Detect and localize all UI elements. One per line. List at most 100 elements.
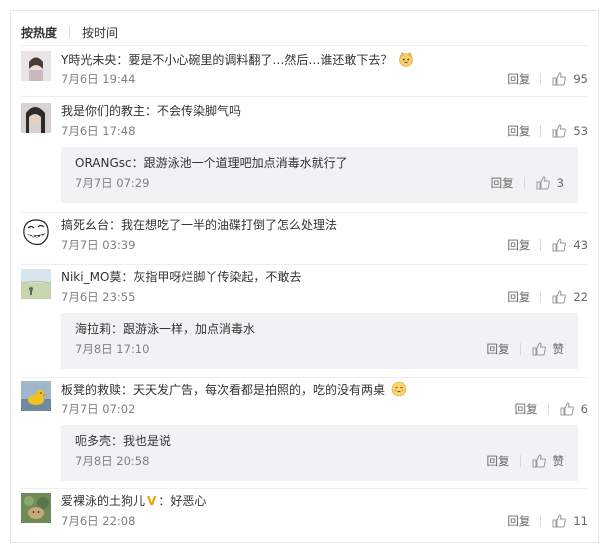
- reply-button[interactable]: 回复: [507, 289, 530, 305]
- cat-face-emoji-icon: [399, 51, 414, 67]
- reply-button[interactable]: 回复: [507, 71, 530, 87]
- reply-button[interactable]: 回复: [507, 237, 530, 253]
- comment-text: 灰指甲呀烂脚丫传染起，不敢去: [133, 270, 302, 284]
- reply-button[interactable]: 回复: [515, 401, 538, 417]
- user-avatar[interactable]: [21, 103, 51, 133]
- comment-actions: 回复 95: [507, 71, 588, 87]
- reply-time: 7月8日 20:58: [75, 454, 150, 468]
- tab-by-time[interactable]: 按时间: [82, 24, 118, 41]
- action-separator: [519, 455, 521, 467]
- sort-tabs: 按热度 按时间: [21, 23, 118, 41]
- reply-item: 呃多壳：我也是说 7月8日 20:58 回复 赞: [61, 425, 578, 481]
- tab-separator: [69, 26, 71, 38]
- avatar-girl-photo-icon: [21, 51, 51, 81]
- thumbs-up-icon: [552, 124, 567, 138]
- comment-colon: ：: [121, 270, 134, 284]
- reply-button[interactable]: 回复: [507, 123, 530, 139]
- like-count: 22: [573, 290, 588, 304]
- reply-username[interactable]: 呃多壳: [75, 434, 111, 448]
- action-separator: [519, 343, 521, 355]
- reply-username[interactable]: ORANGsc: [75, 156, 132, 170]
- reply-button[interactable]: 回复: [507, 513, 530, 529]
- comment-time: 7月6日 23:55: [61, 290, 136, 304]
- thumbs-up-icon: [552, 514, 567, 528]
- user-avatar[interactable]: [21, 381, 51, 411]
- like-button[interactable]: 53: [551, 123, 588, 139]
- comment-item: Niki_MO莫：灰指甲呀烂脚丫传染起，不敢去 7月6日 23:55 回复 22: [21, 269, 588, 305]
- like-button[interactable]: 赞: [531, 341, 565, 357]
- comment-actions: 回复 11: [507, 513, 588, 529]
- comment-time: 7月6日 22:08: [61, 514, 136, 528]
- comment-panel: 按热度 按时间 Y時光未央：要是不小心碗里的调料翻了…然后…谁还敢下去？ 7月6…: [10, 10, 599, 543]
- reply-button[interactable]: 回复: [487, 341, 510, 357]
- reply-item: 海拉莉：跟游泳一样，加点消毒水 7月8日 17:10 回复 赞: [61, 313, 578, 369]
- divider: [21, 264, 588, 265]
- user-avatar[interactable]: [21, 269, 51, 299]
- reply-actions: 回复 赞: [487, 453, 565, 469]
- comment-actions: 回复 6: [515, 401, 588, 417]
- comment-text: 我在想吃了一半的油碟打倒了怎么处理法: [121, 218, 338, 232]
- comment-username[interactable]: Y時光未央: [61, 53, 116, 67]
- comment-username[interactable]: 板凳的救赎: [61, 383, 121, 397]
- comment-username[interactable]: Niki_MO莫: [61, 270, 121, 284]
- verified-badge-icon: V: [147, 494, 157, 508]
- avatar-dark-photo-icon: [21, 103, 51, 133]
- user-avatar[interactable]: [21, 493, 51, 523]
- thumbs-up-icon: [532, 342, 546, 356]
- like-count: 3: [556, 176, 564, 190]
- comment-text: 不会传染脚气吗: [157, 104, 242, 118]
- like-count: 53: [573, 124, 588, 138]
- reply-button[interactable]: 回复: [491, 175, 514, 191]
- action-separator: [540, 515, 542, 527]
- like-button[interactable]: 22: [551, 289, 588, 305]
- divider: [21, 488, 588, 489]
- comment-item: Y時光未央：要是不小心碗里的调料翻了…然后…谁还敢下去？ 7月6日 19:44 …: [21, 51, 588, 87]
- action-separator: [547, 403, 549, 415]
- like-button[interactable]: 6: [559, 401, 588, 417]
- reply-time: 7月7日 07:29: [75, 176, 150, 190]
- reply-button[interactable]: 回复: [487, 453, 510, 469]
- comment-text: 天天发广告，每次看都是拍照的，吃的没有两桌: [133, 383, 386, 397]
- comment-username[interactable]: 搞死幺台: [61, 218, 109, 232]
- divider: [21, 212, 588, 213]
- thumbs-up-icon: [536, 176, 550, 190]
- like-button[interactable]: 95: [551, 71, 588, 87]
- reply-username[interactable]: 海拉莉: [75, 322, 111, 336]
- comment-colon: ：: [145, 104, 158, 118]
- reply-text: 跟游泳一样，加点消毒水: [123, 322, 256, 336]
- user-avatar[interactable]: [21, 217, 51, 247]
- embarrassed-face-emoji-icon: [391, 381, 407, 397]
- thumbs-up-icon: [552, 238, 567, 252]
- reply-text: 我也是说: [123, 434, 172, 448]
- comment-text: 好恶心: [170, 494, 207, 508]
- comment-time: 7月6日 17:48: [61, 124, 136, 138]
- thumbs-up-icon: [560, 402, 574, 416]
- comment-actions: 回复 53: [507, 123, 588, 139]
- thumbs-up-icon: [552, 72, 567, 86]
- like-button[interactable]: 赞: [531, 453, 564, 469]
- comment-username[interactable]: 我是你们的教主: [61, 104, 145, 118]
- like-count: 95: [573, 72, 588, 86]
- divider: [21, 96, 588, 97]
- thumbs-up-icon: [552, 290, 567, 304]
- comment-item: 爱裸泳的土狗儿 V ：好恶心 7月6日 22:08 回复 11: [21, 493, 588, 529]
- like-button[interactable]: 11: [551, 513, 588, 529]
- user-avatar[interactable]: [21, 51, 51, 81]
- like-label: 赞: [552, 342, 565, 356]
- divider: [21, 45, 588, 46]
- like-button[interactable]: 3: [535, 175, 564, 191]
- comment-time: 7月6日 19:44: [61, 72, 136, 86]
- avatar-trollface-icon: [21, 217, 51, 247]
- reply-colon: ：: [131, 156, 144, 170]
- comment-username[interactable]: 爱裸泳的土狗儿: [61, 494, 145, 508]
- reply-item: ORANGsc：跟游泳池一个道理吧加点消毒水就行了 7月7日 07:29 回复 …: [61, 147, 578, 203]
- comment-time: 7月7日 03:39: [61, 238, 136, 252]
- like-button[interactable]: 43: [551, 237, 588, 253]
- comment-colon: ：: [121, 383, 134, 397]
- reply-text: 跟游泳池一个道理吧加点消毒水就行了: [143, 156, 348, 170]
- comment-actions: 回复 43: [507, 237, 588, 253]
- like-count: 11: [573, 514, 588, 528]
- tab-by-hot[interactable]: 按热度: [21, 24, 57, 41]
- comment-colon: ：: [158, 494, 171, 508]
- action-separator: [523, 177, 525, 189]
